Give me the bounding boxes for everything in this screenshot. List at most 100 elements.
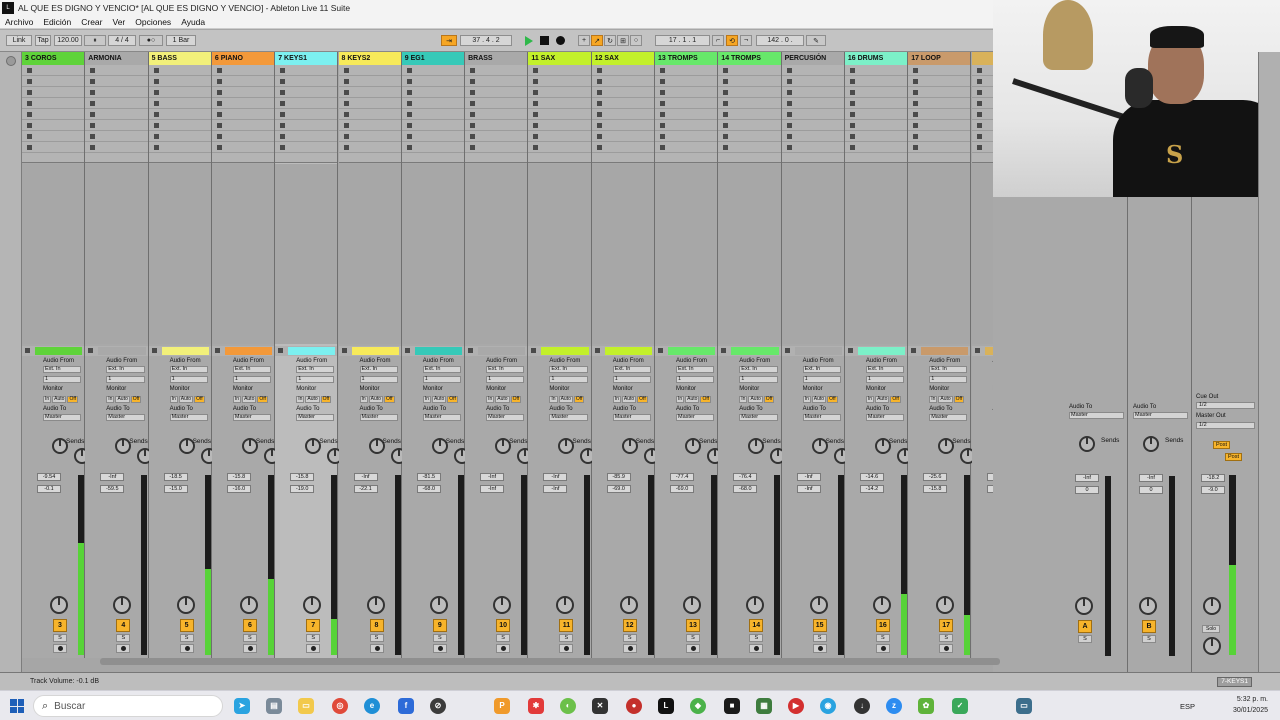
clip-slot[interactable] [85,76,148,87]
solo-button[interactable]: S [812,634,827,642]
app-orange-icon[interactable]: P [494,698,510,714]
app-x-icon[interactable]: ✕ [592,698,608,714]
track-activator-button[interactable]: 11 [559,619,574,632]
track-activator-button[interactable]: 10 [496,619,511,632]
clip-stop-icon[interactable] [723,90,729,95]
monitor-auto-button[interactable]: Auto [558,396,573,403]
clip-stop-icon[interactable] [27,79,32,84]
post-button-b[interactable]: Post [1225,453,1243,461]
clip-stop-icon[interactable] [913,123,919,128]
monitor-in-button[interactable]: In [802,396,811,403]
monitor-auto-button[interactable]: Auto [495,396,510,403]
clip-slot[interactable] [148,131,211,142]
clip-stop-icon[interactable] [596,90,602,95]
monitor-in-button[interactable]: In [865,396,875,403]
clip-slot[interactable] [22,87,85,98]
clip-slot[interactable] [85,87,148,98]
clip-stop-icon[interactable] [533,145,539,150]
arm-button[interactable] [875,644,890,653]
app-blue-icon[interactable]: ◉ [820,698,836,714]
clip-slot[interactable] [148,142,211,153]
peak-value[interactable]: -22.1 [353,485,378,493]
clip-slot[interactable] [844,98,908,109]
volume-value[interactable]: -Inf [100,473,125,481]
track-title[interactable]: 13 TROMPS [655,52,718,65]
clip-slot[interactable] [465,65,528,76]
arm-button[interactable] [306,644,321,653]
clip-stop-icon[interactable] [470,101,476,106]
level-meter[interactable] [774,475,781,655]
clip-stop-icon[interactable] [913,68,919,73]
track-title[interactable]: 9 EG1 [401,52,465,65]
pan-knob[interactable] [556,596,575,614]
audio-from-select[interactable]: Ext. In [549,366,588,373]
cue-out-select[interactable]: 1/2 [1196,402,1255,409]
clip-slot[interactable] [908,87,971,98]
app-map-icon[interactable]: ◆ [690,698,706,714]
empty-slot-area[interactable] [401,164,465,344]
return-level-meter[interactable] [1105,476,1111,656]
audio-from-select[interactable]: Ext. In [802,366,841,373]
record-icon[interactable] [556,36,565,45]
volume-value[interactable]: -81.5 [416,473,441,481]
session-record-icon[interactable]: ○ [630,35,642,46]
clip-stop-icon[interactable] [280,123,286,128]
clip-slot[interactable] [718,87,781,98]
clip-slot[interactable] [275,142,338,153]
arm-button[interactable] [116,644,131,653]
clip-slot[interactable] [148,98,211,109]
clip-stop-icon[interactable] [90,68,96,73]
empty-slot-area[interactable] [844,164,908,344]
time-signature-field[interactable]: 4 / 4 [108,35,136,46]
clip-stop-icon[interactable] [153,145,159,150]
loop-length-field[interactable]: 142 . 0 . [756,35,804,46]
clip-stop-icon[interactable] [216,134,222,139]
monitor-in-button[interactable]: In [549,396,558,403]
level-meter[interactable] [521,475,528,655]
arm-button[interactable] [496,644,511,653]
pan-knob[interactable] [683,596,701,614]
solo-button[interactable]: S [306,634,321,642]
volume-value[interactable]: -Inf [796,473,821,481]
master-volume-value[interactable]: -18.2 [1201,474,1225,482]
audio-to-select[interactable]: Master [422,414,462,421]
clip-slot[interactable] [781,120,844,131]
clip-stop-icon[interactable] [153,101,159,106]
clip-stop-icon[interactable] [27,145,32,150]
pan-knob[interactable] [239,596,258,614]
clip-stop-icon[interactable] [470,112,476,117]
clip-slot[interactable] [655,87,718,98]
clip-slot[interactable] [85,142,148,153]
clip-stop-icon[interactable] [723,112,729,117]
empty-slot-area[interactable] [718,164,781,344]
return-audio-to-select[interactable]: Master [1133,412,1188,419]
clip-stop-icon[interactable] [786,112,792,117]
clip-stop-icon[interactable] [976,101,982,106]
volume-value[interactable]: -14.6 [859,473,884,481]
return-volume-value[interactable]: -Inf [1139,474,1163,482]
clip-stop-icon[interactable] [786,134,792,139]
metronome-icon[interactable]: ●○ [139,35,163,46]
clip-slot[interactable] [718,65,781,76]
loop-start-field[interactable]: 17 . 1 . 1 [655,35,710,46]
input-channel-select[interactable]: 1 [676,376,715,383]
empty-slot-area[interactable] [85,164,148,344]
clip-slot[interactable] [22,65,85,76]
clip-slot[interactable] [528,109,591,120]
loop-switch-icon[interactable]: ⟲ [726,35,738,46]
monitor-auto-button[interactable]: Auto [115,396,130,403]
audio-from-select[interactable]: Ext. In [106,366,145,373]
clip-stop-icon[interactable] [660,90,665,95]
clip-slot[interactable] [591,131,654,142]
clip-stop-icon[interactable] [470,145,476,150]
clip-slot[interactable] [528,142,591,153]
clip-slot[interactable] [908,120,971,131]
track-activator-button[interactable]: 8 [369,619,384,632]
audio-from-select[interactable]: Ext. In [169,366,208,373]
audio-to-select[interactable]: Master [169,414,208,421]
clip-stop-icon[interactable] [533,101,539,106]
pan-knob[interactable] [366,596,385,614]
pan-knob[interactable] [619,596,638,614]
track-title[interactable]: PERCUSIÓN [781,52,844,65]
level-meter[interactable] [141,475,148,655]
